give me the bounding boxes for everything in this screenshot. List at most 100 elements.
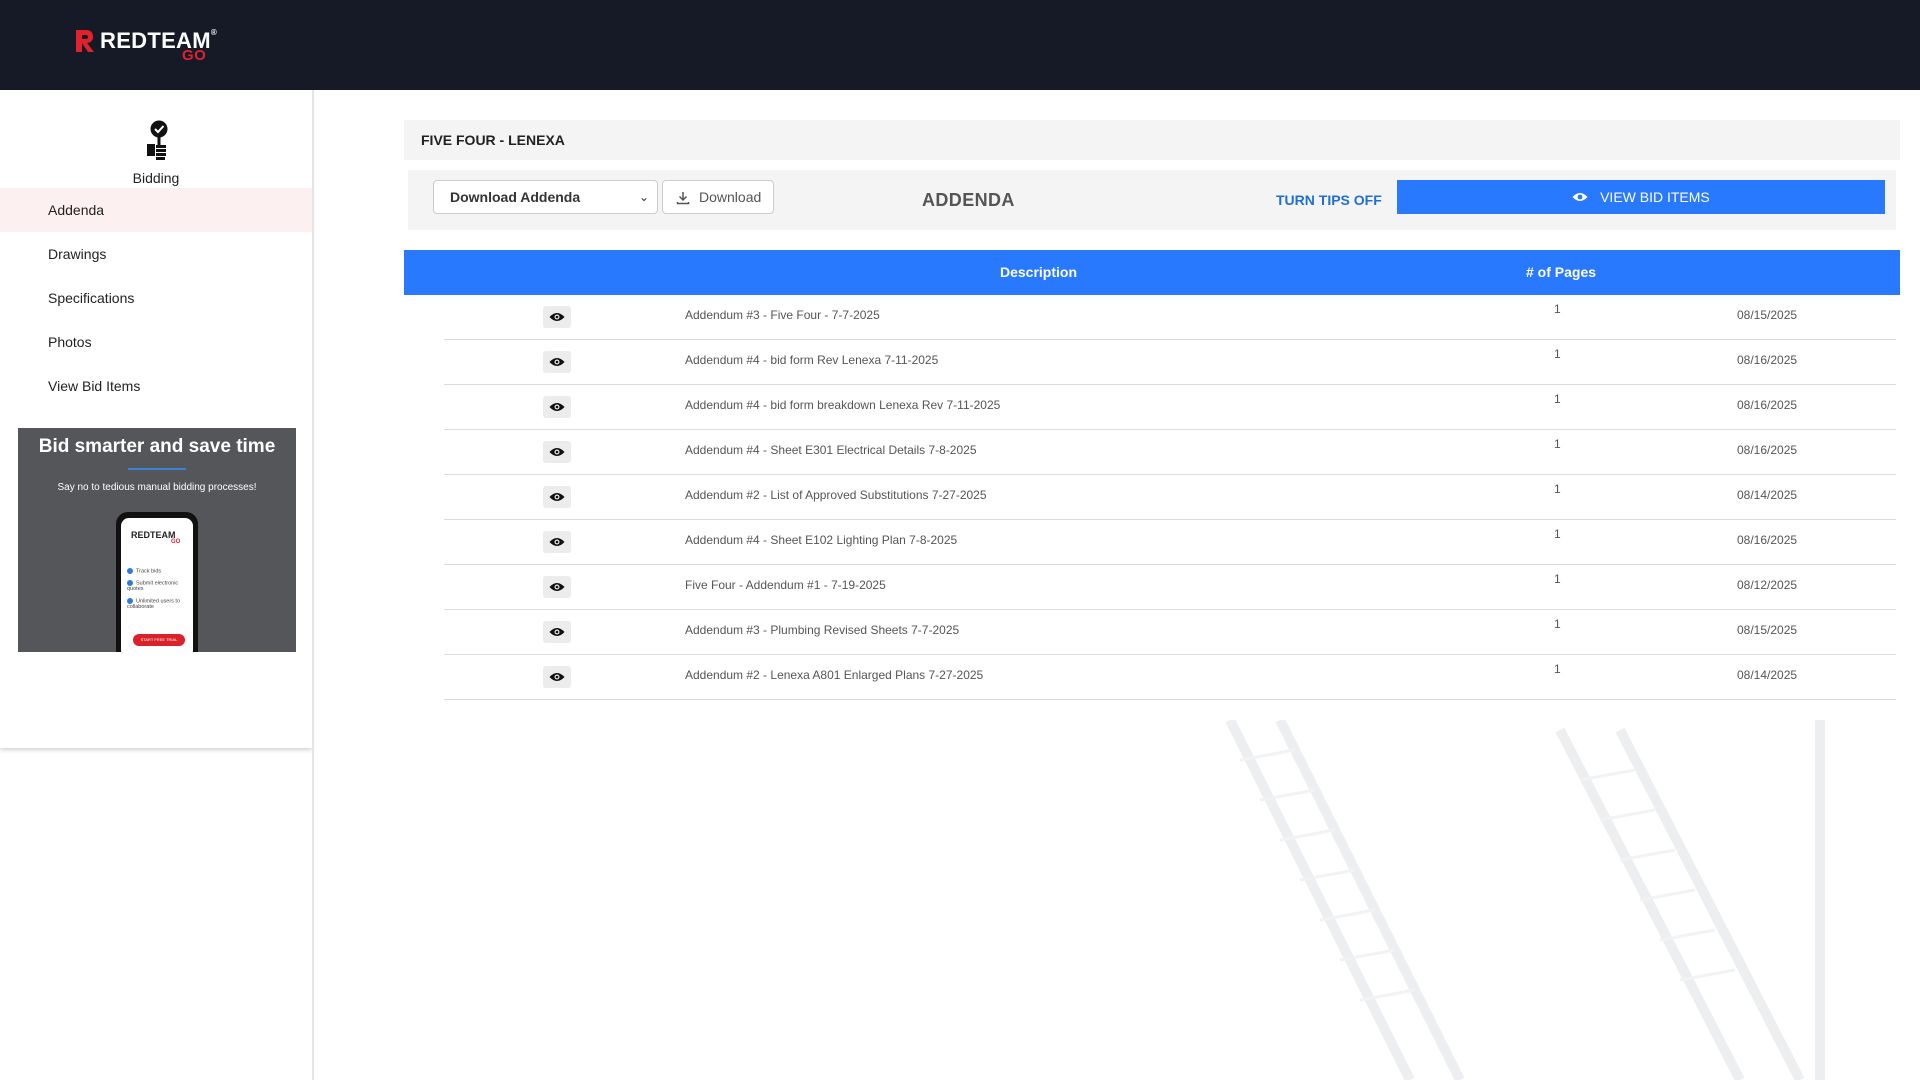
addenda-table-header: Description # of Pages <box>404 250 1900 295</box>
sidebar-item-view-bid-items[interactable]: View Bid Items <box>0 364 312 408</box>
row-pages: 1 <box>1554 302 1561 316</box>
view-document-button[interactable] <box>543 531 571 553</box>
chevron-down-icon: ⌄ <box>638 190 649 204</box>
check-icon <box>127 598 133 604</box>
row-date: 08/12/2025 <box>1737 578 1798 592</box>
sidebar-item-drawings[interactable]: Drawings <box>0 232 312 276</box>
row-description: Addendum #2 - List of Approved Substitut… <box>685 488 987 502</box>
row-date: 08/16/2025 <box>1737 353 1798 367</box>
view-bid-items-button[interactable]: VIEW BID ITEMS <box>1397 180 1885 214</box>
table-row: Five Four - Addendum #1 - 7-19-2025 1 08… <box>444 565 1896 610</box>
view-document-button[interactable] <box>543 441 571 463</box>
redteam-r-icon <box>76 30 94 52</box>
table-row: Addendum #4 - bid form Rev Lenexa 7-11-2… <box>444 340 1896 385</box>
view-document-button[interactable] <box>543 486 571 508</box>
sidebar-item-specifications[interactable]: Specifications <box>0 276 312 320</box>
download-button[interactable]: Download <box>662 180 774 214</box>
row-pages: 1 <box>1554 617 1561 631</box>
row-date: 08/15/2025 <box>1737 308 1798 322</box>
eye-icon <box>549 448 565 456</box>
project-title: FIVE FOUR - LENEXA <box>421 132 565 148</box>
row-pages: 1 <box>1554 662 1561 676</box>
row-pages: 1 <box>1554 392 1561 406</box>
turn-tips-off-link[interactable]: TURN TIPS OFF <box>1276 170 1382 230</box>
promo-divider <box>128 468 186 470</box>
column-header-description[interactable]: Description <box>1000 250 1077 295</box>
brand-logo[interactable]: REDTEAM® GO <box>74 26 224 66</box>
row-date: 08/16/2025 <box>1737 533 1798 547</box>
row-pages: 1 <box>1554 572 1561 586</box>
check-icon <box>127 568 133 574</box>
promo-banner[interactable]: Bid smarter and save time Say no to tedi… <box>18 428 296 652</box>
table-row: Addendum #2 - List of Approved Substitut… <box>444 475 1896 520</box>
eye-icon <box>1572 193 1588 202</box>
row-description: Addendum #4 - bid form breakdown Lenexa … <box>685 398 1001 412</box>
row-description: Addendum #3 - Five Four - 7-7-2025 <box>685 308 880 322</box>
eye-icon <box>549 313 565 321</box>
phone-feature: Submit electronic quotes <box>127 580 179 593</box>
promo-subtitle: Say no to tedious manual bidding process… <box>57 482 257 493</box>
row-date: 08/14/2025 <box>1737 488 1798 502</box>
sidebar-nav: Addenda Drawings Specifications Photos V… <box>0 188 312 408</box>
row-date: 08/16/2025 <box>1737 443 1798 457</box>
table-row: Addendum #3 - Five Four - 7-7-2025 1 08/… <box>444 295 1896 340</box>
top-header: REDTEAM® GO <box>0 0 1920 90</box>
gavel-check-icon <box>147 120 168 160</box>
row-date: 08/15/2025 <box>1737 623 1798 637</box>
eye-icon <box>549 673 565 681</box>
table-row: Addendum #4 - Sheet E102 Lighting Plan 7… <box>444 520 1896 565</box>
section-title: ADDENDA <box>922 190 1015 210</box>
table-row: Addendum #4 - Sheet E301 Electrical Deta… <box>444 430 1896 475</box>
phone-cta-button: START FREE TRIAL <box>133 634 185 646</box>
row-description: Addendum #4 - bid form Rev Lenexa 7-11-2… <box>685 353 939 367</box>
eye-icon <box>549 403 565 411</box>
eye-icon <box>549 538 565 546</box>
table-row: Addendum #4 - bid form breakdown Lenexa … <box>444 385 1896 430</box>
sidebar-divider <box>312 90 314 1080</box>
row-date: 08/16/2025 <box>1737 398 1798 412</box>
row-description: Addendum #3 - Plumbing Revised Sheets 7-… <box>685 623 960 637</box>
bidding-label: Bidding <box>132 170 180 186</box>
addenda-toolbar: Download Addenda ⌄ Download ADDENDA TURN… <box>408 170 1896 230</box>
phone-logo: REDTEAM <box>131 530 176 540</box>
sidebar-item-addenda[interactable]: Addenda <box>0 188 312 232</box>
table-row: Addendum #2 - Lenexa A801 Enlarged Plans… <box>444 655 1896 700</box>
row-description: Five Four - Addendum #1 - 7-19-2025 <box>685 578 886 592</box>
row-pages: 1 <box>1554 482 1561 496</box>
project-header: FIVE FOUR - LENEXA <box>404 120 1900 160</box>
view-document-button[interactable] <box>543 666 571 688</box>
download-addenda-select[interactable]: Download Addenda ⌄ <box>433 180 658 214</box>
row-pages: 1 <box>1554 437 1561 451</box>
bidding-section[interactable]: Bidding <box>0 120 312 188</box>
phone-feature: Unlimited users to collaborate <box>127 598 181 611</box>
row-description: Addendum #2 - Lenexa A801 Enlarged Plans… <box>685 668 984 682</box>
view-document-button[interactable] <box>543 351 571 373</box>
row-description: Addendum #4 - Sheet E301 Electrical Deta… <box>685 443 977 457</box>
row-description: Addendum #4 - Sheet E102 Lighting Plan 7… <box>685 533 958 547</box>
phone-logo-sub: GO <box>171 539 181 545</box>
row-pages: 1 <box>1554 527 1561 541</box>
phone-feature: Track bids <box>127 568 189 574</box>
eye-icon <box>549 358 565 366</box>
crane-background-art <box>1225 720 1825 1080</box>
row-pages: 1 <box>1554 347 1561 361</box>
eye-icon <box>549 493 565 501</box>
check-icon <box>127 580 133 586</box>
row-date: 08/14/2025 <box>1737 668 1798 682</box>
eye-icon <box>549 628 565 636</box>
addenda-table-body: Addendum #3 - Five Four - 7-7-2025 1 08/… <box>444 295 1896 700</box>
download-icon <box>676 192 690 205</box>
sidebar: Bidding Addenda Drawings Specifications … <box>0 90 312 748</box>
view-document-button[interactable] <box>543 576 571 598</box>
promo-title: Bid smarter and save time <box>38 436 276 457</box>
sidebar-item-photos[interactable]: Photos <box>0 320 312 364</box>
view-document-button[interactable] <box>543 396 571 418</box>
column-header-pages[interactable]: # of Pages <box>1526 250 1596 295</box>
table-row: Addendum #3 - Plumbing Revised Sheets 7-… <box>444 610 1896 655</box>
brand-sub: GO <box>182 47 207 64</box>
phone-screen: REDTEAM GO Track bids Submit electronic … <box>121 518 193 652</box>
view-document-button[interactable] <box>543 306 571 328</box>
eye-icon <box>549 583 565 591</box>
view-document-button[interactable] <box>543 621 571 643</box>
phone-illustration: REDTEAM GO Track bids Submit electronic … <box>116 512 198 652</box>
